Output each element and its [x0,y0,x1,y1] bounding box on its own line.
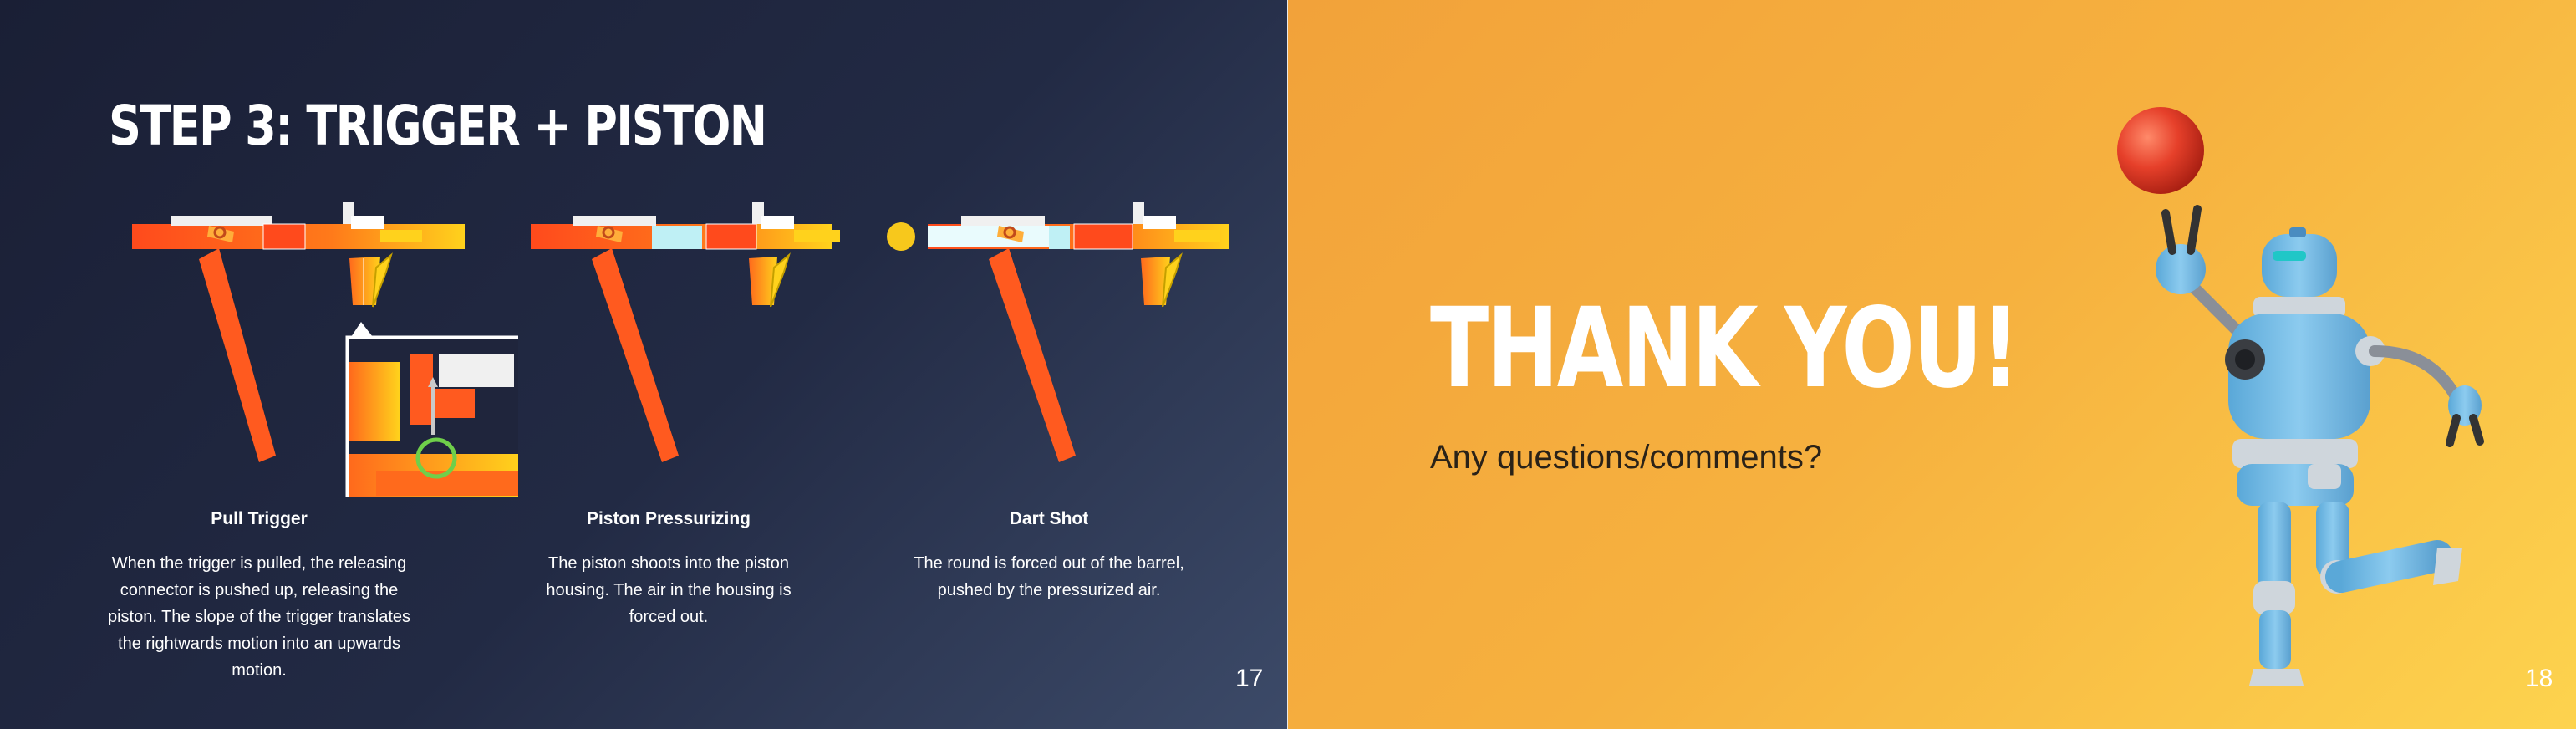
step-label-piston-pressurizing: Piston Pressurizing [586,509,751,528]
slide-17: STEP 3: TRIGGER + PISTON Pull Trigger Pi… [0,0,1287,729]
page-number: 18 [2525,665,2553,692]
ball-illustration [2117,107,2204,194]
slide-title: STEP 3: TRIGGER + PISTON [109,94,767,158]
mechanism-diagram [132,202,518,497]
mechanism-diagram [887,202,1229,462]
step-label-pull-trigger: Pull Trigger [211,509,308,528]
page-number: 17 [1235,665,1264,692]
step-desc-piston-pressurizing: The piston shoots into the piston housin… [546,554,792,626]
step-desc-pull-trigger: When the trigger is pulled, the releasin… [107,554,411,680]
slide-18: THANK YOU! Any questions/comments? 18 [1288,0,2576,729]
slide-deck: STEP 3: TRIGGER + PISTON Pull Trigger Pi… [0,0,2576,729]
diagram-piston-pressurizing [527,188,919,497]
questions-subtitle: Any questions/comments? [1430,439,1823,476]
zoom-pointer [351,322,373,337]
mechanism-diagram [531,202,840,462]
robot-illustration [2117,107,2484,686]
thank-you-title: THANK YOU! [1430,284,2020,413]
step-desc-dart-shot: The round is forced out of the barrel, p… [914,554,1184,599]
step-label-dart-shot: Dart Shot [1009,509,1089,528]
diagram-pull-trigger [125,188,518,497]
diagram-dart-shot [882,188,1275,497]
